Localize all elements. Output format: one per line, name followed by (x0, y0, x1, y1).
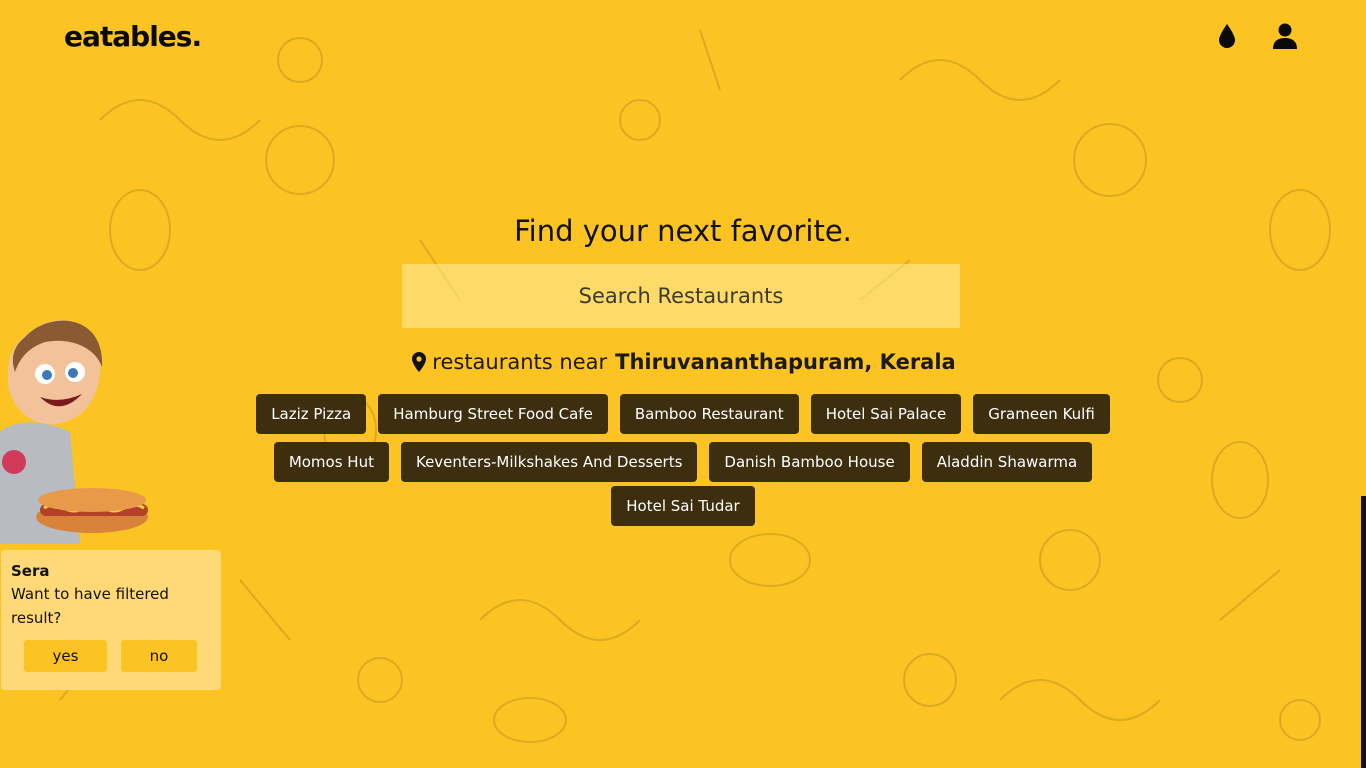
location-city[interactable]: Thiruvananthapuram, Kerala (615, 350, 956, 374)
hero-title: Find your next favorite. (514, 214, 852, 248)
restaurant-chip[interactable]: Keventers-Milkshakes And Desserts (400, 442, 698, 482)
assistant-name: Sera (11, 562, 50, 580)
restaurant-chip[interactable]: Aladdin Shawarma (921, 442, 1093, 482)
search-input[interactable] (402, 264, 960, 328)
restaurant-chip[interactable]: Hotel Sai Tudar (611, 486, 755, 526)
restaurant-chip[interactable]: Bamboo Restaurant (619, 394, 799, 434)
user-icon[interactable] (1272, 22, 1298, 50)
restaurant-chip[interactable]: Grameen Kulfi (973, 394, 1110, 434)
theme-drop-icon[interactable] (1214, 22, 1240, 50)
restaurant-chip[interactable]: Momos Hut (273, 442, 389, 482)
restaurant-chip[interactable]: Hotel Sai Palace (810, 394, 962, 434)
restaurant-chip-row: Laziz Pizza Hamburg Street Food Cafe Bam… (0, 394, 1366, 434)
assistant-avatar (0, 320, 148, 544)
location-line: restaurants near Thiruvananthapuram, Ker… (0, 350, 1366, 374)
restaurant-chip-row: Momos Hut Keventers-Milkshakes And Desse… (0, 442, 1366, 482)
location-pin-icon (410, 351, 428, 373)
brand-logo[interactable]: eatables. (64, 20, 202, 53)
restaurant-chip[interactable]: Laziz Pizza (256, 394, 367, 434)
no-button[interactable]: no (121, 640, 197, 672)
restaurant-chip[interactable]: Danish Bamboo House (709, 442, 910, 482)
restaurant-chip[interactable]: Hamburg Street Food Cafe (378, 394, 608, 434)
restaurant-chip-row: Hotel Sai Tudar (0, 486, 1366, 526)
near-prefix: restaurants near (432, 350, 608, 374)
yes-button[interactable]: yes (24, 640, 107, 672)
assistant-card: Sera Want to have filtered result? yes n… (1, 550, 221, 690)
scrollbar[interactable] (1361, 496, 1366, 768)
assistant-message: Want to have filtered result? (11, 585, 169, 627)
